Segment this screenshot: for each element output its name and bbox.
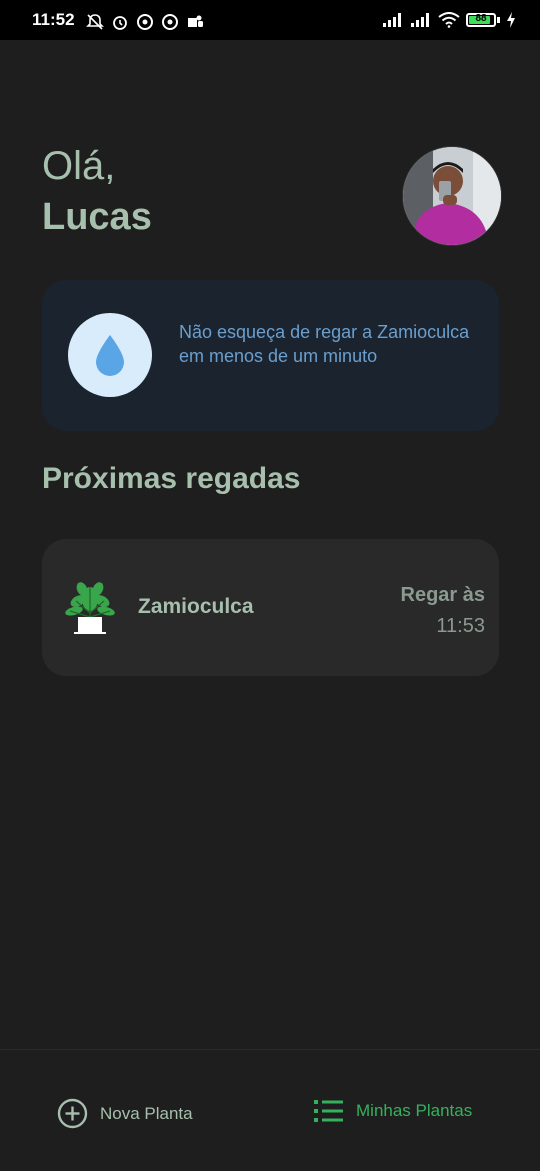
nav-my-plants[interactable]: Minhas Plantas [314,1098,472,1124]
greeting-hello: Olá, [42,144,116,188]
avatar-photo [403,147,501,245]
charging-icon [507,12,515,28]
status-icons-right: 88 [382,12,516,28]
battery-tip [497,17,500,23]
nav-new-plant[interactable]: Nova Planta [57,1098,193,1129]
water-time: 11:53 [436,615,485,637]
avatar[interactable] [402,146,502,246]
nav-my-plants-label: Minhas Plantas [356,1101,473,1120]
water-drop-badge [68,313,152,397]
reminder-message: Não esqueça de regar a Zamioculca em men… [179,322,470,366]
water-at-label: Regar às [400,584,486,606]
status-icons-left [86,13,204,31]
water-drop-icon [96,335,124,376]
signal-icon [411,13,429,27]
mute-notifications-icon [86,14,104,30]
battery-icon: 88 [466,13,496,27]
nav-new-plant-label: Nova Planta [100,1103,193,1123]
watering-reminder-card: Não esqueça de regar a Zamioculca em men… [42,280,499,431]
status-bar: 11:52 88 [0,0,540,40]
user-name: Lucas [42,196,152,238]
plant-icon [65,582,115,634]
battery-level: 88 [475,13,487,24]
wifi-icon [438,12,460,28]
vpn-icon [137,14,153,30]
section-title: Próximas regadas [42,462,301,495]
signal-icon [383,13,401,27]
alarm-icon [113,16,127,30]
plant-name: Zamioculca [138,595,254,618]
bottom-nav: Nova Planta Minhas Plantas [0,1049,540,1171]
vpn-icon [162,14,178,30]
teams-icon [188,15,203,27]
plant-card[interactable]: Zamioculca Regar às 11:53 [42,539,499,676]
status-time: 11:52 [32,10,75,29]
list-icon [314,1100,343,1122]
add-circle-icon [57,1098,88,1129]
